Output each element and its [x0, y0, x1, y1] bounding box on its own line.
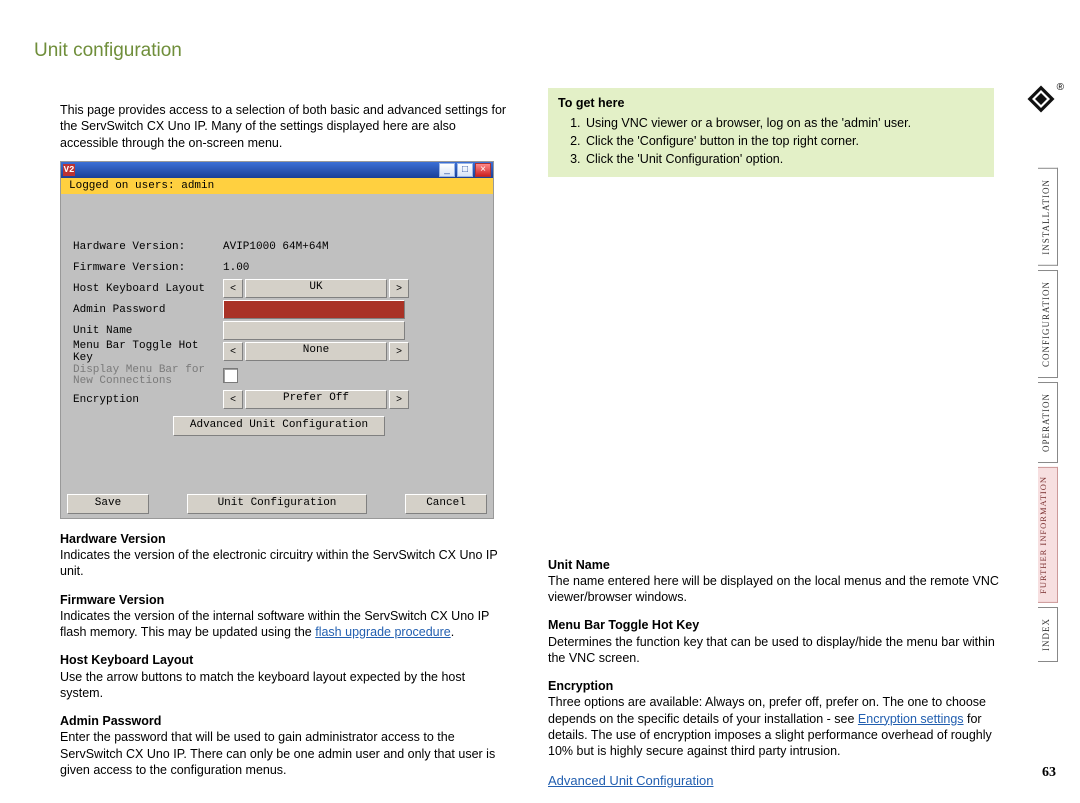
maximize-icon[interactable]: □ — [457, 163, 473, 177]
tab-index[interactable]: INDEX — [1038, 607, 1058, 662]
help-step: Click the 'Configure' button in the top … — [584, 132, 984, 150]
admin-password-label: Admin Password — [67, 304, 223, 316]
logged-on-banner: Logged on users: admin — [61, 178, 493, 194]
page-title: Unit configuration — [34, 40, 1080, 62]
fw-version-label: Firmware Version: — [67, 262, 223, 274]
hotkey-prev-button[interactable]: < — [223, 342, 243, 361]
hotkey-label: Menu Bar Toggle Hot Key — [67, 340, 223, 364]
close-icon[interactable]: × — [475, 163, 491, 177]
to-get-here-box: To get here Using VNC viewer or a browse… — [548, 88, 994, 177]
save-button[interactable]: Save — [67, 494, 149, 514]
hw-version-label: Hardware Version: — [67, 241, 223, 253]
section-encryption: Encryption Three options are available: … — [548, 678, 1008, 759]
vnc-window: V2 _ □ × Logged on users: admin Hardware… — [60, 161, 494, 519]
kb-next-button[interactable]: > — [389, 279, 409, 298]
tab-installation[interactable]: INSTALLATION — [1038, 168, 1058, 266]
brand-logo-icon — [1026, 84, 1056, 114]
section-firmware-version: Firmware Version Indicates the version o… — [60, 592, 510, 641]
titlebar: V2 _ □ × — [61, 162, 493, 178]
flash-upgrade-link[interactable]: flash upgrade procedure — [315, 625, 451, 639]
unit-name-field[interactable] — [223, 321, 405, 340]
section-admin-password: Admin Password Enter the password that w… — [60, 713, 510, 778]
display-menubar-checkbox[interactable] — [223, 368, 238, 383]
advanced-unit-config-button[interactable]: Advanced Unit Configuration — [173, 416, 385, 436]
section-host-keyboard-layout: Host Keyboard Layout Use the arrow butto… — [60, 652, 510, 701]
tab-configuration[interactable]: CONFIGURATION — [1038, 270, 1058, 378]
cancel-button[interactable]: Cancel — [405, 494, 487, 514]
side-nav-tabs: INSTALLATION CONFIGURATION OPERATION FUR… — [1038, 168, 1058, 662]
window-title-label: Unit Configuration — [187, 494, 367, 514]
tab-operation[interactable]: OPERATION — [1038, 382, 1058, 463]
kb-layout-label: Host Keyboard Layout — [67, 283, 223, 295]
registered-mark: ® — [1057, 82, 1064, 93]
unit-name-label: Unit Name — [67, 325, 223, 337]
kb-layout-value: UK — [245, 279, 387, 298]
hotkey-next-button[interactable]: > — [389, 342, 409, 361]
hotkey-value: None — [245, 342, 387, 361]
fw-version-value: 1.00 — [223, 262, 383, 274]
encryption-label: Encryption — [67, 394, 223, 406]
admin-password-field[interactable] — [223, 300, 405, 319]
intro-text: This page provides access to a selection… — [60, 102, 510, 151]
tab-further-information[interactable]: FURTHER INFORMATION — [1038, 467, 1058, 603]
encryption-prev-button[interactable]: < — [223, 390, 243, 409]
encryption-settings-link[interactable]: Encryption settings — [858, 712, 964, 726]
help-step: Click the 'Unit Configuration' option. — [584, 150, 984, 168]
advanced-unit-config-link[interactable]: Advanced Unit Configuration — [548, 773, 714, 788]
kb-prev-button[interactable]: < — [223, 279, 243, 298]
hw-version-value: AVIP1000 64M+64M — [223, 241, 383, 253]
vnc-app-icon: V2 — [63, 164, 75, 176]
help-step: Using VNC viewer or a browser, log on as… — [584, 114, 984, 132]
section-unit-name: Unit Name The name entered here will be … — [548, 557, 1008, 606]
section-menu-bar-hotkey: Menu Bar Toggle Hot Key Determines the f… — [548, 617, 1008, 666]
section-hardware-version: Hardware Version Indicates the version o… — [60, 531, 510, 580]
display-menubar-label: Display Menu Bar for New Connections — [67, 365, 223, 387]
minimize-icon[interactable]: _ — [439, 163, 455, 177]
encryption-value: Prefer Off — [245, 390, 387, 409]
page-number: 63 — [1042, 765, 1056, 781]
encryption-next-button[interactable]: > — [389, 390, 409, 409]
